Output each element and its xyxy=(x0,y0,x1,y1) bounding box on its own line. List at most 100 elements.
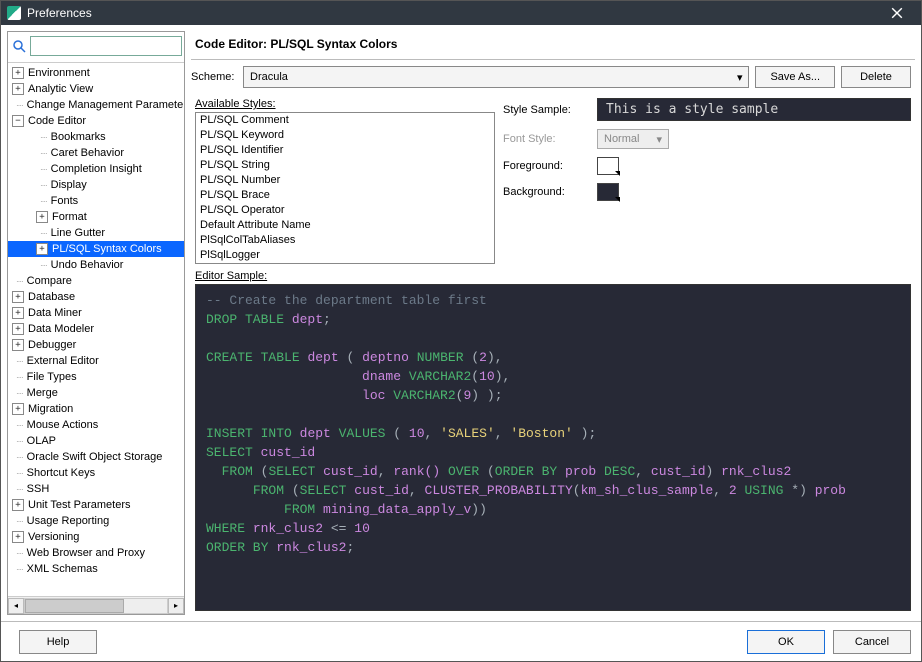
tree-item-data-miner[interactable]: + Data Miner xyxy=(8,305,184,321)
style-item[interactable]: PL/SQL Operator xyxy=(196,203,494,218)
close-icon xyxy=(891,7,903,19)
tree-item-display[interactable]: ····Display xyxy=(8,177,184,193)
background-swatch[interactable] xyxy=(597,183,619,201)
expand-icon[interactable]: + xyxy=(36,243,48,255)
tree-item-versioning[interactable]: + Versioning xyxy=(8,529,184,545)
tree-item-label: Completion Insight xyxy=(51,163,142,175)
tree-item-label: Code Editor xyxy=(28,115,86,127)
scroll-left-icon[interactable]: ◂ xyxy=(8,598,24,614)
settings-pane: Code Editor: PL/SQL Syntax Colors Scheme… xyxy=(191,31,915,615)
scheme-select[interactable]: Dracula ▾ xyxy=(243,66,749,88)
leaf-icon: ···· xyxy=(16,517,23,526)
tree-item-label: Data Miner xyxy=(28,307,82,319)
scroll-thumb[interactable] xyxy=(25,599,124,613)
tree-item-label: Environment xyxy=(28,67,90,79)
expand-icon[interactable]: + xyxy=(12,83,24,95)
tree-item-change-management-parameters[interactable]: ····Change Management Parameters xyxy=(8,97,184,113)
tree-item-ssh[interactable]: ····SSH xyxy=(8,481,184,497)
style-item[interactable]: PL/SQL Identifier xyxy=(196,143,494,158)
tree-item-code-editor[interactable]: −Code Editor xyxy=(8,113,184,129)
preferences-window: Preferences +Environment+Analytic View··… xyxy=(0,0,922,662)
tree-item-data-modeler[interactable]: +Data Modeler xyxy=(8,321,184,337)
expand-icon[interactable]: + xyxy=(12,499,24,511)
tree-item-label: Change Management Parameters xyxy=(27,99,184,111)
style-item[interactable]: PL/SQL Number xyxy=(196,173,494,188)
editor-sample: -- Create the department table first DRO… xyxy=(195,284,911,611)
tree-item-bookmarks[interactable]: ····Bookmarks xyxy=(8,129,184,145)
search-input[interactable] xyxy=(30,36,182,56)
tree-item-unit-test-parameters[interactable]: +Unit Test Parameters xyxy=(8,497,184,513)
tree-item-pl-sql-syntax-colors[interactable]: + PL/SQL Syntax Colors xyxy=(8,241,184,257)
expand-icon[interactable]: + xyxy=(12,403,24,415)
tree-item-undo-behavior[interactable]: ····Undo Behavior xyxy=(8,257,184,273)
search-row xyxy=(8,32,184,63)
foreground-label: Foreground: xyxy=(503,160,589,172)
tree-item-merge[interactable]: ···· Merge xyxy=(8,385,184,401)
tree-item-label: XML Schemas xyxy=(27,563,98,575)
tree-item-label: Versioning xyxy=(28,531,79,543)
tree-item-line-gutter[interactable]: ····Line Gutter xyxy=(8,225,184,241)
tree-item-compare[interactable]: ····Compare xyxy=(8,273,184,289)
style-item[interactable]: Default Attribute Name xyxy=(196,218,494,233)
collapse-icon[interactable]: − xyxy=(12,115,24,127)
tree-item-caret-behavior[interactable]: ····Caret Behavior xyxy=(8,145,184,161)
style-item[interactable]: PL/SQL Keyword xyxy=(196,128,494,143)
tree-item-fonts[interactable]: ····Fonts xyxy=(8,193,184,209)
expand-icon[interactable]: + xyxy=(12,323,24,335)
search-icon xyxy=(12,38,26,54)
tree-hscrollbar[interactable]: ◂ ▸ xyxy=(8,596,184,614)
tree-item-label: Format xyxy=(52,211,87,223)
tree-item-analytic-view[interactable]: +Analytic View xyxy=(8,81,184,97)
tree-item-xml-schemas[interactable]: ····XML Schemas xyxy=(8,561,184,577)
chevron-down-icon: ▾ xyxy=(737,71,743,84)
expand-icon[interactable]: + xyxy=(36,211,48,223)
foreground-swatch[interactable] xyxy=(597,157,619,175)
tree-item-label: Caret Behavior xyxy=(51,147,124,159)
leaf-icon: ···· xyxy=(16,389,23,398)
tree-item-oracle-swift-object-storage[interactable]: ····Oracle Swift Object Storage xyxy=(8,449,184,465)
expand-icon[interactable]: + xyxy=(12,307,24,319)
tree-item-environment[interactable]: + Environment xyxy=(8,65,184,81)
expand-icon[interactable]: + xyxy=(12,531,24,543)
tree-item-external-editor[interactable]: ····External Editor xyxy=(8,353,184,369)
scroll-right-icon[interactable]: ▸ xyxy=(168,598,184,614)
available-styles-list[interactable]: PL/SQL CommentPL/SQL KeywordPL/SQL Ident… xyxy=(195,112,495,264)
scroll-track[interactable] xyxy=(24,598,168,614)
tree-item-label: Web Browser and Proxy xyxy=(27,547,145,559)
style-item[interactable]: PL/SQL String xyxy=(196,158,494,173)
expand-icon[interactable]: + xyxy=(12,339,24,351)
ok-button[interactable]: OK xyxy=(747,630,825,654)
scheme-row: Scheme: Dracula ▾ Save As... Delete xyxy=(191,66,915,98)
expand-icon[interactable]: + xyxy=(12,291,24,303)
help-button[interactable]: Help xyxy=(19,630,97,654)
expand-icon[interactable]: + xyxy=(12,67,24,79)
tree-item-label: Line Gutter xyxy=(51,227,105,239)
tree-item-label: PL/SQL Syntax Colors xyxy=(52,243,162,255)
style-item[interactable]: PL/SQL Brace xyxy=(196,188,494,203)
cancel-button[interactable]: Cancel xyxy=(833,630,911,654)
tree-item-migration[interactable]: +Migration xyxy=(8,401,184,417)
available-styles-col: Available Styles: PL/SQL CommentPL/SQL K… xyxy=(195,98,495,264)
tree-item-mouse-actions[interactable]: ····Mouse Actions xyxy=(8,417,184,433)
tree-item-label: Merge xyxy=(27,387,58,399)
close-button[interactable] xyxy=(879,1,915,25)
style-item[interactable]: PlSqlColTabAliases xyxy=(196,233,494,248)
nav-tree[interactable]: +Environment+Analytic View····Change Man… xyxy=(8,63,184,596)
font-style-label: Font Style: xyxy=(503,133,589,145)
tree-item-web-browser-and-proxy[interactable]: ···· Web Browser and Proxy xyxy=(8,545,184,561)
delete-button[interactable]: Delete xyxy=(841,66,911,88)
tree-item-debugger[interactable]: +Debugger xyxy=(8,337,184,353)
leaf-icon: ···· xyxy=(40,261,47,270)
tree-item-database[interactable]: +Database xyxy=(8,289,184,305)
tree-item-label: External Editor xyxy=(27,355,99,367)
save-as-button[interactable]: Save As... xyxy=(755,66,835,88)
style-item[interactable]: PlSqlLogger xyxy=(196,248,494,263)
tree-item-file-types[interactable]: ····File Types xyxy=(8,369,184,385)
tree-item-format[interactable]: + Format xyxy=(8,209,184,225)
tree-item-usage-reporting[interactable]: ····Usage Reporting xyxy=(8,513,184,529)
tree-item-olap[interactable]: ····OLAP xyxy=(8,433,184,449)
style-item[interactable]: PL/SQL Comment xyxy=(196,113,494,128)
leaf-icon: ···· xyxy=(16,549,23,558)
tree-item-shortcut-keys[interactable]: ····Shortcut Keys xyxy=(8,465,184,481)
tree-item-completion-insight[interactable]: ····Completion Insight xyxy=(8,161,184,177)
